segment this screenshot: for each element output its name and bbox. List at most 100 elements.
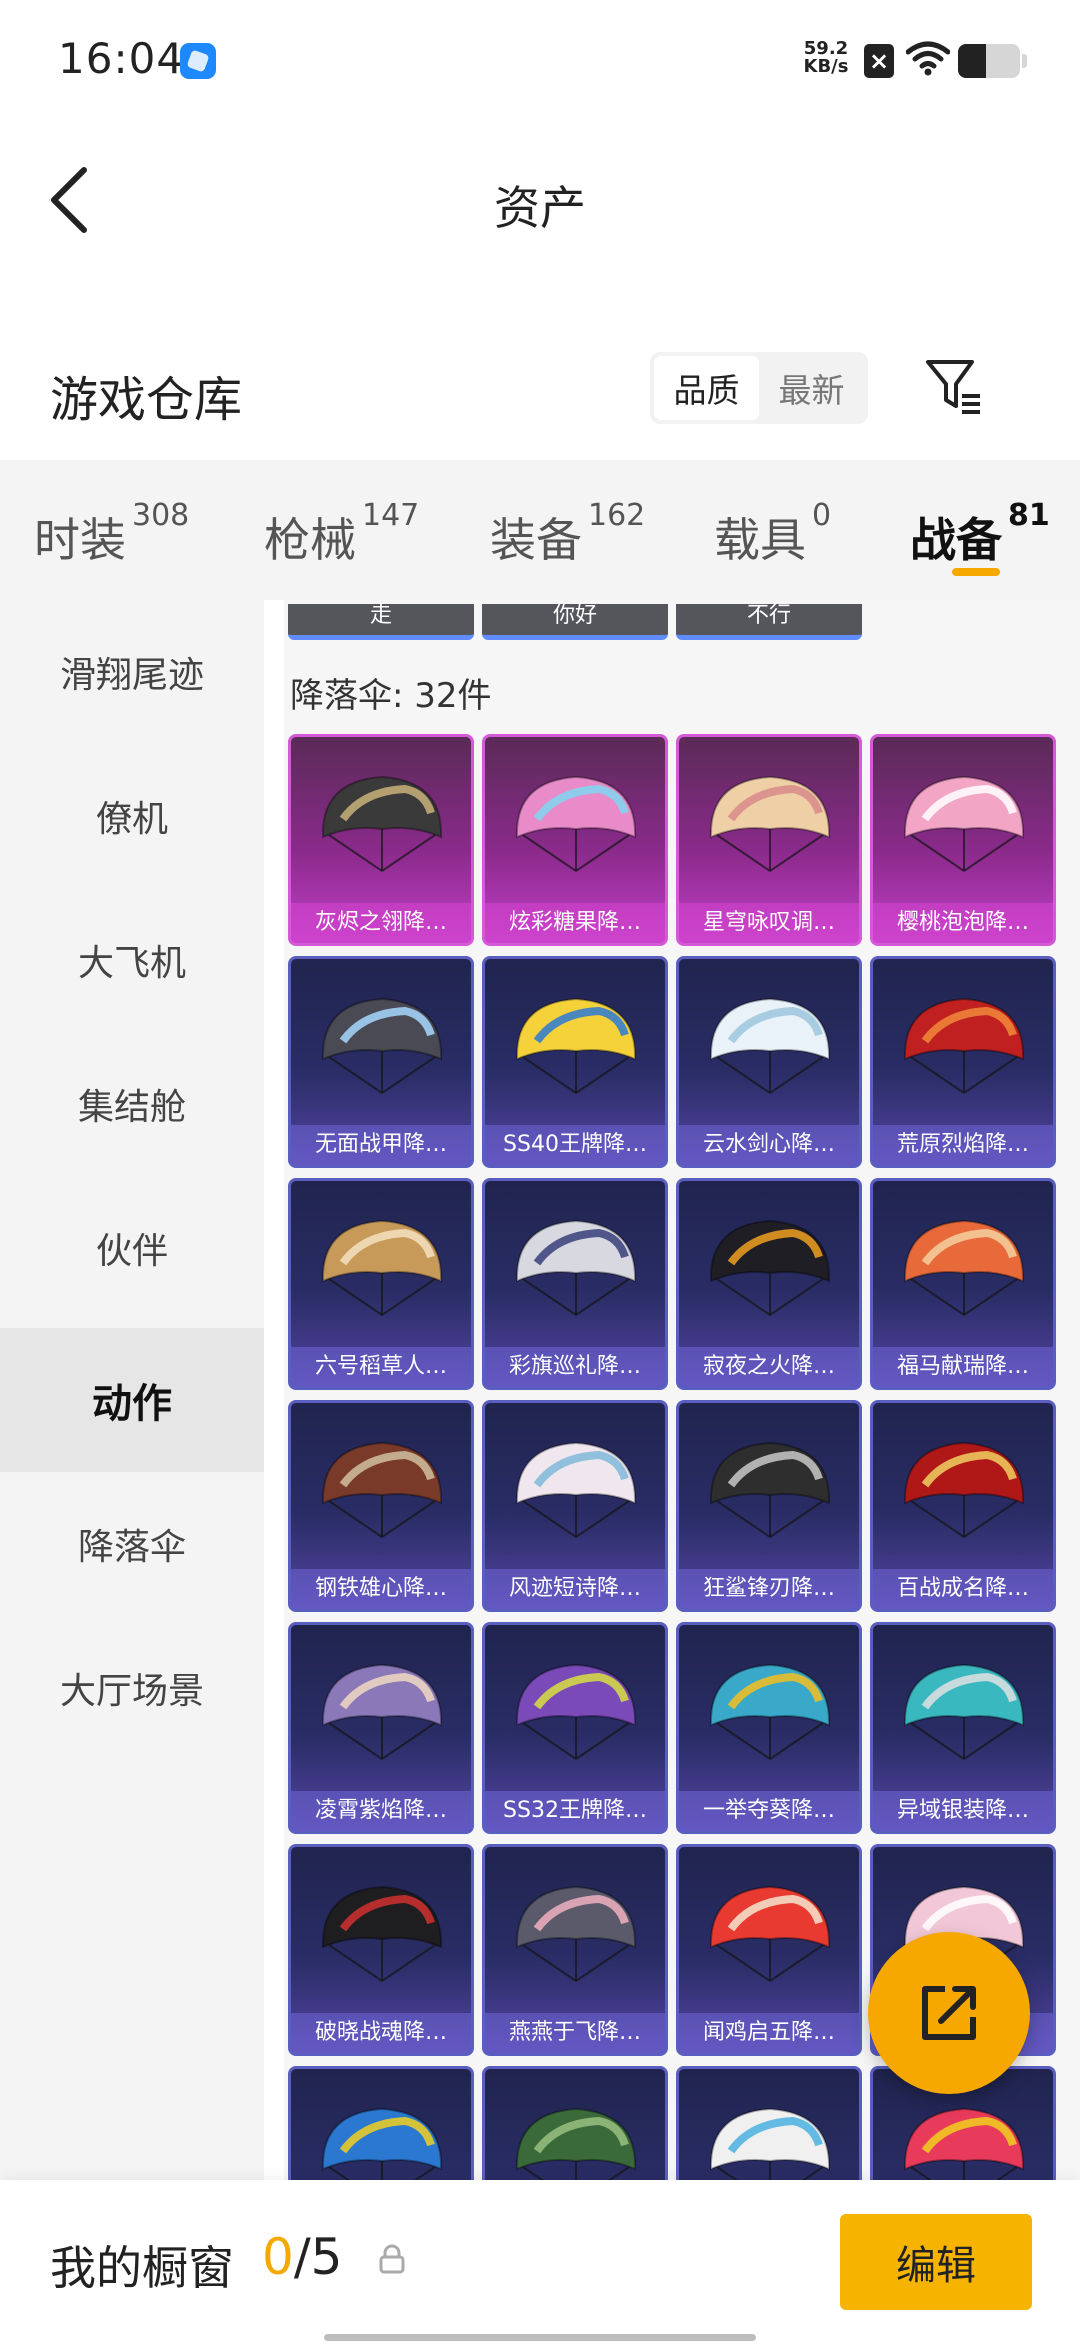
page-title: 资产 bbox=[494, 181, 586, 235]
parachute-icon bbox=[321, 2107, 443, 2180]
edit-button[interactable]: 编辑 bbox=[840, 2214, 1032, 2310]
network-speed: 59.2 KB/s bbox=[800, 40, 852, 76]
parachute-icon bbox=[709, 775, 831, 872]
tab-label: 装备 bbox=[490, 513, 582, 567]
tab-label: 枪械 bbox=[264, 513, 356, 567]
tab-combat-gear[interactable]: 战备 81 bbox=[910, 498, 1050, 570]
parachute-name: 寂夜之火降… bbox=[679, 1347, 859, 1387]
parachute-card[interactable]: 彩旗巡礼降… bbox=[482, 1178, 668, 1390]
sort-option-quality[interactable]: 品质 bbox=[654, 356, 759, 420]
sidebar-item-wingman[interactable]: 僚机 bbox=[0, 744, 264, 888]
parachute-card[interactable] bbox=[676, 2066, 862, 2180]
parachute-card[interactable]: 风迹短诗降… bbox=[482, 1400, 668, 1612]
parachute-name: 闻鸡启五降… bbox=[679, 2013, 859, 2053]
parachute-card[interactable]: SS40王牌降… bbox=[482, 956, 668, 1168]
parachute-card[interactable]: 狂鲨锋刃降… bbox=[676, 1400, 862, 1612]
parachute-name: SS32王牌降… bbox=[485, 1791, 665, 1831]
parachute-icon bbox=[515, 1441, 637, 1538]
parachute-card[interactable]: 炫彩糖果降… bbox=[482, 734, 668, 946]
parachute-icon bbox=[515, 775, 637, 872]
sidebar-item-emote[interactable]: 动作 bbox=[0, 1328, 264, 1472]
parachute-name: 破晓战魂降… bbox=[291, 2013, 471, 2053]
parachute-card[interactable]: 樱桃泡泡降… bbox=[870, 734, 1056, 946]
tab-vehicles[interactable]: 载具 0 bbox=[714, 498, 831, 570]
warehouse-title: 游戏仓库 bbox=[50, 372, 243, 428]
parachute-card[interactable]: 灰烬之翎降… bbox=[288, 734, 474, 946]
parachute-icon bbox=[709, 1885, 831, 1982]
battery-icon bbox=[958, 44, 1020, 78]
parachute-card[interactable]: SS32王牌降… bbox=[482, 1622, 668, 1834]
filter-icon[interactable] bbox=[924, 356, 984, 416]
header: 资产 bbox=[0, 140, 1080, 260]
showcase-count: 0/5 bbox=[262, 2228, 342, 2286]
sort-option-newest[interactable]: 最新 bbox=[759, 356, 864, 420]
parachute-name: 彩旗巡礼降… bbox=[485, 1347, 665, 1387]
parachute-icon bbox=[903, 1441, 1025, 1538]
sidebar-item-lobby-scene[interactable]: 大厅场景 bbox=[0, 1616, 264, 1760]
tab-count: 308 bbox=[132, 498, 190, 533]
parachute-card[interactable]: 闻鸡启五降… bbox=[676, 1844, 862, 2056]
parachute-name: 荒原烈焰降… bbox=[873, 1125, 1053, 1165]
parachute-icon bbox=[903, 775, 1025, 872]
parachute-name: 燕燕于飞降… bbox=[485, 2013, 665, 2053]
parachute-icon bbox=[709, 2107, 831, 2180]
emote-chip[interactable]: 你好 bbox=[482, 604, 668, 640]
bottom-bar: 我的橱窗 0/5 编辑 bbox=[0, 2180, 1080, 2344]
emote-chip[interactable]: 走 bbox=[288, 604, 474, 640]
sort-toggle: 品质 最新 bbox=[650, 352, 868, 424]
parachute-card[interactable]: 钢铁雄心降… bbox=[288, 1400, 474, 1612]
tab-fashion[interactable]: 时装 308 bbox=[34, 498, 189, 570]
sidebar-item-companion[interactable]: 伙伴 bbox=[0, 1176, 264, 1320]
parachute-icon bbox=[321, 997, 443, 1094]
parachute-card[interactable]: 荒原烈焰降… bbox=[870, 956, 1056, 1168]
parachute-card[interactable]: 凌霄紫焰降… bbox=[288, 1622, 474, 1834]
parachute-card[interactable]: 寂夜之火降… bbox=[676, 1178, 862, 1390]
parachute-name: 风迹短诗降… bbox=[485, 1569, 665, 1609]
parachute-name: 狂鲨锋刃降… bbox=[679, 1569, 859, 1609]
home-indicator[interactable] bbox=[324, 2334, 756, 2341]
parachute-card[interactable]: 无面战甲降… bbox=[288, 956, 474, 1168]
parachute-icon bbox=[321, 775, 443, 872]
parachute-card[interactable]: 百战成名降… bbox=[870, 1400, 1056, 1612]
parachute-icon bbox=[709, 1441, 831, 1538]
parachute-name: 樱桃泡泡降… bbox=[873, 903, 1053, 943]
parachute-icon bbox=[903, 1219, 1025, 1316]
parachute-name: SS40王牌降… bbox=[485, 1125, 665, 1165]
parachute-card[interactable]: 云水剑心降… bbox=[676, 956, 862, 1168]
sidebar-item-big-plane[interactable]: 大飞机 bbox=[0, 888, 264, 1032]
parachute-card[interactable] bbox=[288, 2066, 474, 2180]
parachute-icon bbox=[321, 1663, 443, 1760]
parachute-card[interactable]: 星穹咏叹调… bbox=[676, 734, 862, 946]
status-bar: 16:04 59.2 KB/s × bbox=[0, 0, 1080, 120]
parachute-icon bbox=[515, 1885, 637, 1982]
parachute-name: 一举夺葵降… bbox=[679, 1791, 859, 1831]
parachute-icon bbox=[515, 997, 637, 1094]
parachute-icon bbox=[515, 1663, 637, 1760]
tab-label: 时装 bbox=[34, 513, 126, 567]
tab-label: 载具 bbox=[714, 513, 806, 567]
emote-chip[interactable]: 不行 bbox=[676, 604, 862, 640]
parachute-icon bbox=[321, 1219, 443, 1316]
tab-firearms[interactable]: 枪械 147 bbox=[264, 498, 419, 570]
category-tabs: 时装 308 枪械 147 装备 162 载具 0 战备 81 bbox=[0, 460, 1080, 600]
share-button[interactable] bbox=[868, 1932, 1030, 2094]
sidebar-item-parachute[interactable]: 降落伞 bbox=[0, 1472, 264, 1616]
sidebar-item-glide-trail[interactable]: 滑翔尾迹 bbox=[0, 600, 264, 744]
sidebar-item-assembly-pod[interactable]: 集结舱 bbox=[0, 1032, 264, 1176]
parachute-card[interactable]: 燕燕于飞降… bbox=[482, 1844, 668, 2056]
parachute-name: 炫彩糖果降… bbox=[485, 903, 665, 943]
parachute-icon bbox=[903, 2107, 1025, 2180]
parachute-card[interactable]: 福马献瑞降… bbox=[870, 1178, 1056, 1390]
parachute-name: 凌霄紫焰降… bbox=[291, 1791, 471, 1831]
tab-equipment[interactable]: 装备 162 bbox=[490, 498, 645, 570]
parachute-card[interactable]: 一举夺葵降… bbox=[676, 1622, 862, 1834]
parachute-name: 钢铁雄心降… bbox=[291, 1569, 471, 1609]
section-label: 降落伞: 32件 bbox=[290, 676, 492, 716]
parachute-card[interactable] bbox=[482, 2066, 668, 2180]
parachute-name: 无面战甲降… bbox=[291, 1125, 471, 1165]
showcase-current: 0 bbox=[262, 2228, 294, 2286]
parachute-card[interactable]: 异域银装降… bbox=[870, 1622, 1056, 1834]
parachute-card[interactable]: 破晓战魂降… bbox=[288, 1844, 474, 2056]
no-sim-icon: × bbox=[864, 44, 894, 78]
parachute-card[interactable]: 六号稻草人… bbox=[288, 1178, 474, 1390]
